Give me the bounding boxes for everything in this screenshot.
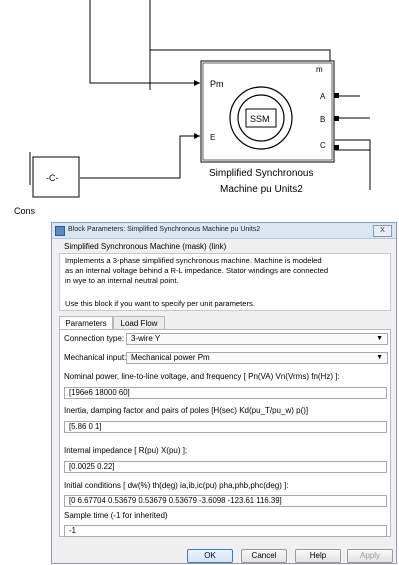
close-icon[interactable]: X — [373, 225, 392, 237]
machine-caption-line1: Simplified Synchronous — [209, 168, 314, 179]
usage-note: Use this block if you want to specify pe… — [65, 299, 255, 308]
mechanical-input-select[interactable]: Mechanical power Pm ▼ — [126, 352, 388, 364]
simulink-app-icon — [55, 226, 65, 236]
nominal-label: Nominal power, line-to-line voltage, and… — [64, 372, 340, 381]
impedance-label: Internal impedance [ R(pu) X(pu) ]: — [64, 446, 188, 455]
sample-time-field[interactable]: -1 — [64, 525, 387, 537]
tab-load-flow[interactable]: Load Flow — [113, 316, 165, 330]
description-text: Implements a 3-phase simplified synchron… — [65, 256, 329, 285]
constant-label: Cons — [14, 206, 36, 216]
connection-type-label: Connection type: — [64, 334, 125, 343]
inertia-label: Inertia, damping factor and pairs of pol… — [64, 406, 309, 415]
dialog-titlebar[interactable]: Block Parameters: Simplified Synchronous… — [52, 223, 396, 239]
cancel-button[interactable]: Cancel — [241, 549, 287, 563]
initial-conditions-field[interactable]: [0 6.67704 0.53679 0.53679 0.53679 -3.60… — [64, 495, 387, 507]
sample-time-label: Sample time (-1 for inherited) — [64, 511, 168, 520]
port-label-c: C — [320, 141, 326, 150]
apply-button[interactable]: Apply — [347, 549, 393, 563]
parameters-panel: Connection type: 3-wire Y ▼ Mechanical i… — [59, 329, 391, 537]
chevron-down-icon: ▼ — [376, 354, 383, 361]
impedance-field[interactable]: [0.0025 0.22] — [64, 461, 387, 473]
initial-conditions-label: Initial conditions [ dw(%) th(deg) ia,ib… — [64, 481, 289, 490]
nominal-field[interactable]: [196e6 18000 60] — [64, 387, 387, 399]
help-button[interactable]: Help — [295, 549, 341, 563]
connection-type-value: 3-wire Y — [131, 334, 161, 343]
machine-caption-line2: Machine pu Units2 — [220, 184, 303, 195]
inertia-field[interactable]: [5.86 0 1] — [64, 421, 387, 433]
port-label-b: B — [320, 115, 325, 124]
machine-icon-label: SSM — [250, 114, 270, 124]
port-label-a: A — [320, 92, 326, 101]
chevron-down-icon: ▼ — [376, 335, 383, 342]
mechanical-input-label: Mechanical input: — [64, 353, 127, 362]
dialog-title: Block Parameters: Simplified Synchronous… — [68, 226, 261, 233]
port-label-e: E — [210, 133, 215, 142]
mechanical-input-value: Mechanical power Pm — [131, 353, 210, 362]
tab-parameters[interactable]: Parameters — [59, 316, 113, 330]
mask-title: Simplified Synchronous Machine (mask) (l… — [64, 242, 227, 251]
ok-button[interactable]: OK — [187, 549, 233, 563]
port-label-pm: Pm — [210, 79, 224, 89]
block-parameters-dialog: Block Parameters: Simplified Synchronous… — [51, 222, 397, 564]
constant-symbol: -C- — [46, 173, 59, 183]
port-label-m: m — [316, 65, 323, 74]
connection-type-select[interactable]: 3-wire Y ▼ — [126, 333, 388, 345]
description-box: Implements a 3-phase simplified synchron… — [59, 253, 391, 311]
